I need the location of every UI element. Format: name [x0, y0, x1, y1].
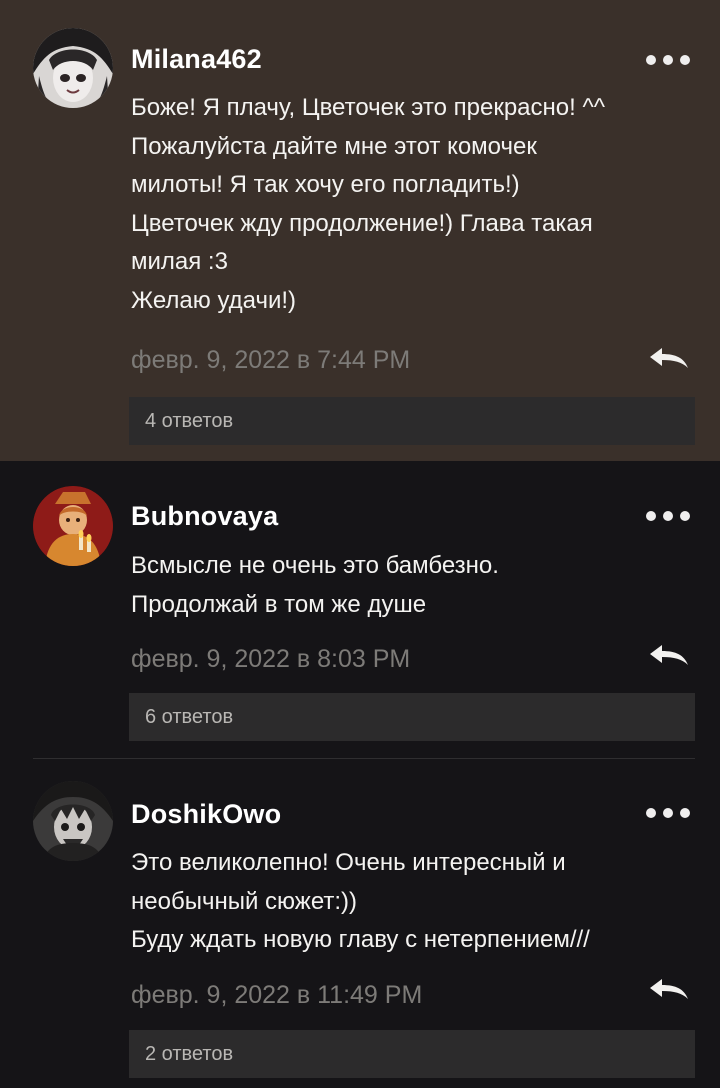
comment-line: Буду ждать новую главу с нетерпением///	[131, 926, 590, 953]
more-options-icon[interactable]	[646, 508, 690, 524]
replies-button[interactable]: 2 ответов	[129, 1030, 695, 1078]
avatar[interactable]	[33, 781, 113, 861]
comment-line: милоты! Я так хочу его погладить!)	[131, 171, 520, 198]
character-with-candles-avatar-icon	[33, 486, 113, 566]
comment-text: Это великолепно! Очень интересный и необ…	[131, 844, 694, 960]
comment-line: Желаю удачи!)	[131, 286, 297, 314]
comment-line: Это великолепно! Очень интересный и	[131, 849, 566, 876]
comment-line: Пожалуйста дайте мне этот комочек	[131, 132, 537, 160]
comment-line: Цветочек жду продолжение!) Глава такая	[131, 209, 593, 237]
comment-line: Продолжай в том же душе	[131, 590, 427, 618]
username[interactable]: Milana462	[131, 44, 262, 75]
avatar[interactable]	[33, 28, 113, 108]
more-options-icon[interactable]	[646, 52, 690, 68]
comment-text: Боже! Я плачу, Цветочек это прекрасно! ^…	[131, 89, 694, 320]
anime-girl-avatar-icon	[33, 28, 113, 108]
comment-doshikowo: DoshikOwo Это великолепно! Очень интерес…	[0, 759, 720, 1088]
reply-arrow-icon[interactable]	[648, 643, 690, 667]
replies-button[interactable]: 6 ответов	[129, 693, 695, 741]
avatar[interactable]	[33, 486, 113, 566]
comment-bubnovaya: Bubnovaya Всмысле не очень это бамбезно.…	[0, 461, 720, 759]
comment-line: Боже! Я плачу, Цветочек это прекрасно! ^…	[131, 94, 605, 121]
comment-line: милая :3	[131, 248, 228, 275]
timestamp: февр. 9, 2022 в 8:03 PM	[131, 645, 411, 673]
timestamp: февр. 9, 2022 в 7:44 PM	[131, 346, 411, 374]
timestamp: февр. 9, 2022 в 11:49 PM	[131, 981, 423, 1009]
username[interactable]: DoshikOwo	[131, 799, 281, 830]
comment-line: Всмысле не очень это бамбезно.	[131, 552, 499, 579]
comment-text: Всмысле не очень это бамбезно. Продолжай…	[131, 547, 694, 624]
reply-arrow-icon[interactable]	[648, 977, 690, 1001]
more-options-icon[interactable]	[646, 805, 690, 821]
comment-milana462: Milana462 Боже! Я плачу, Цветочек это пр…	[0, 0, 720, 461]
reply-arrow-icon[interactable]	[648, 346, 690, 370]
manga-character-avatar-icon	[33, 781, 113, 861]
comment-line: необычный сюжет:))	[131, 887, 358, 915]
replies-button[interactable]: 4 ответов	[129, 397, 695, 445]
username[interactable]: Bubnovaya	[131, 501, 278, 532]
